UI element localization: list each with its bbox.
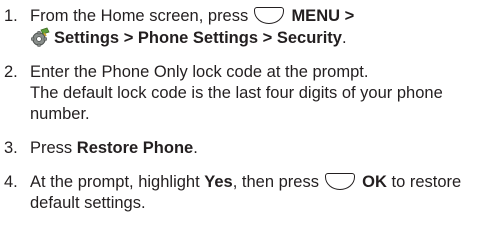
step-text: Press Restore Phone. (30, 138, 504, 159)
step-1: 1. From the Home screen, press MENU > Se… (2, 6, 504, 49)
breadcrumb-separator: > (262, 29, 273, 47)
step-4: 4. At the prompt, highlight Yes, then pr… (2, 172, 504, 214)
security-label: Security (276, 29, 342, 47)
step-text: Enter the Phone Only lock code at the pr… (30, 62, 504, 125)
menu-label: MENU (291, 7, 341, 25)
ok-label: OK (362, 173, 387, 191)
step-text-part: At the prompt, highlight (30, 173, 200, 191)
phone-settings-label: Phone Settings (137, 29, 259, 47)
step-number: 1. (4, 7, 18, 25)
step-text-part: . (193, 139, 198, 157)
settings-label: Settings (54, 29, 120, 47)
step-2: 2. Enter the Phone Only lock code at the… (2, 62, 504, 125)
breadcrumb-separator: > (123, 29, 134, 47)
step-text: At the prompt, highlight Yes, then press… (30, 172, 504, 214)
step-text: From the Home screen, press MENU > Setti… (30, 6, 504, 49)
step-number: 2. (4, 63, 18, 81)
instructions-document: 1. From the Home screen, press MENU > Se… (0, 0, 504, 247)
step-text-part: Press (30, 139, 73, 157)
step-text-part: . (341, 29, 347, 47)
breadcrumb-separator: > (344, 7, 355, 25)
yes-label: Yes (204, 173, 233, 191)
restore-phone-label: Restore Phone (76, 139, 194, 157)
step-3: 3. Press Restore Phone. (2, 138, 504, 159)
step-text-part: From the Home screen, press (30, 7, 249, 25)
softkey-icon (253, 7, 284, 24)
step-text-line: Enter the Phone Only lock code at the pr… (30, 63, 369, 81)
step-text-line: The default lock code is the last four d… (30, 84, 443, 123)
step-number: 3. (4, 139, 18, 157)
step-number: 4. (4, 173, 18, 191)
softkey-icon (324, 173, 355, 190)
step-text-part: , then press (232, 173, 319, 191)
settings-gear-icon (30, 27, 50, 47)
